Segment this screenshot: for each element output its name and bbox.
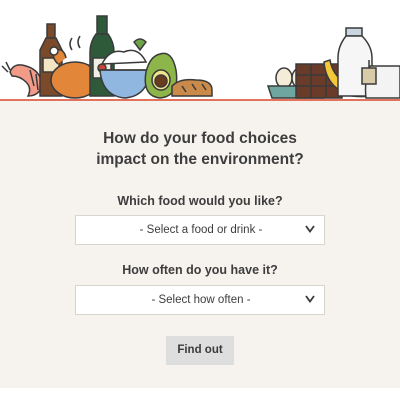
- banner-divider: [0, 99, 400, 101]
- food-select[interactable]: - Select a food or drink -: [75, 215, 325, 245]
- find-out-button[interactable]: Find out: [166, 336, 234, 365]
- chevron-down-icon: [305, 225, 315, 233]
- food-impact-calculator: How do your food choices impact on the e…: [0, 0, 400, 388]
- food-select-value: - Select a food or drink -: [139, 224, 263, 236]
- title-line-2: impact on the environment?: [96, 151, 304, 168]
- food-select-label: Which food would you like?: [117, 194, 283, 208]
- food-illustration-banner: [0, 0, 400, 101]
- bread-icon: [171, 78, 213, 97]
- food-illustrations: [1, 15, 400, 99]
- frequency-select[interactable]: - Select how often -: [75, 285, 325, 315]
- title-line-1: How do your food choices: [103, 130, 297, 147]
- page-title: How do your food choices impact on the e…: [0, 128, 400, 170]
- shrimp-icon: [1, 61, 43, 97]
- frequency-select-label: How often do you have it?: [122, 263, 278, 277]
- frequency-select-value: - Select how often -: [151, 294, 251, 306]
- chevron-down-icon: [305, 295, 315, 303]
